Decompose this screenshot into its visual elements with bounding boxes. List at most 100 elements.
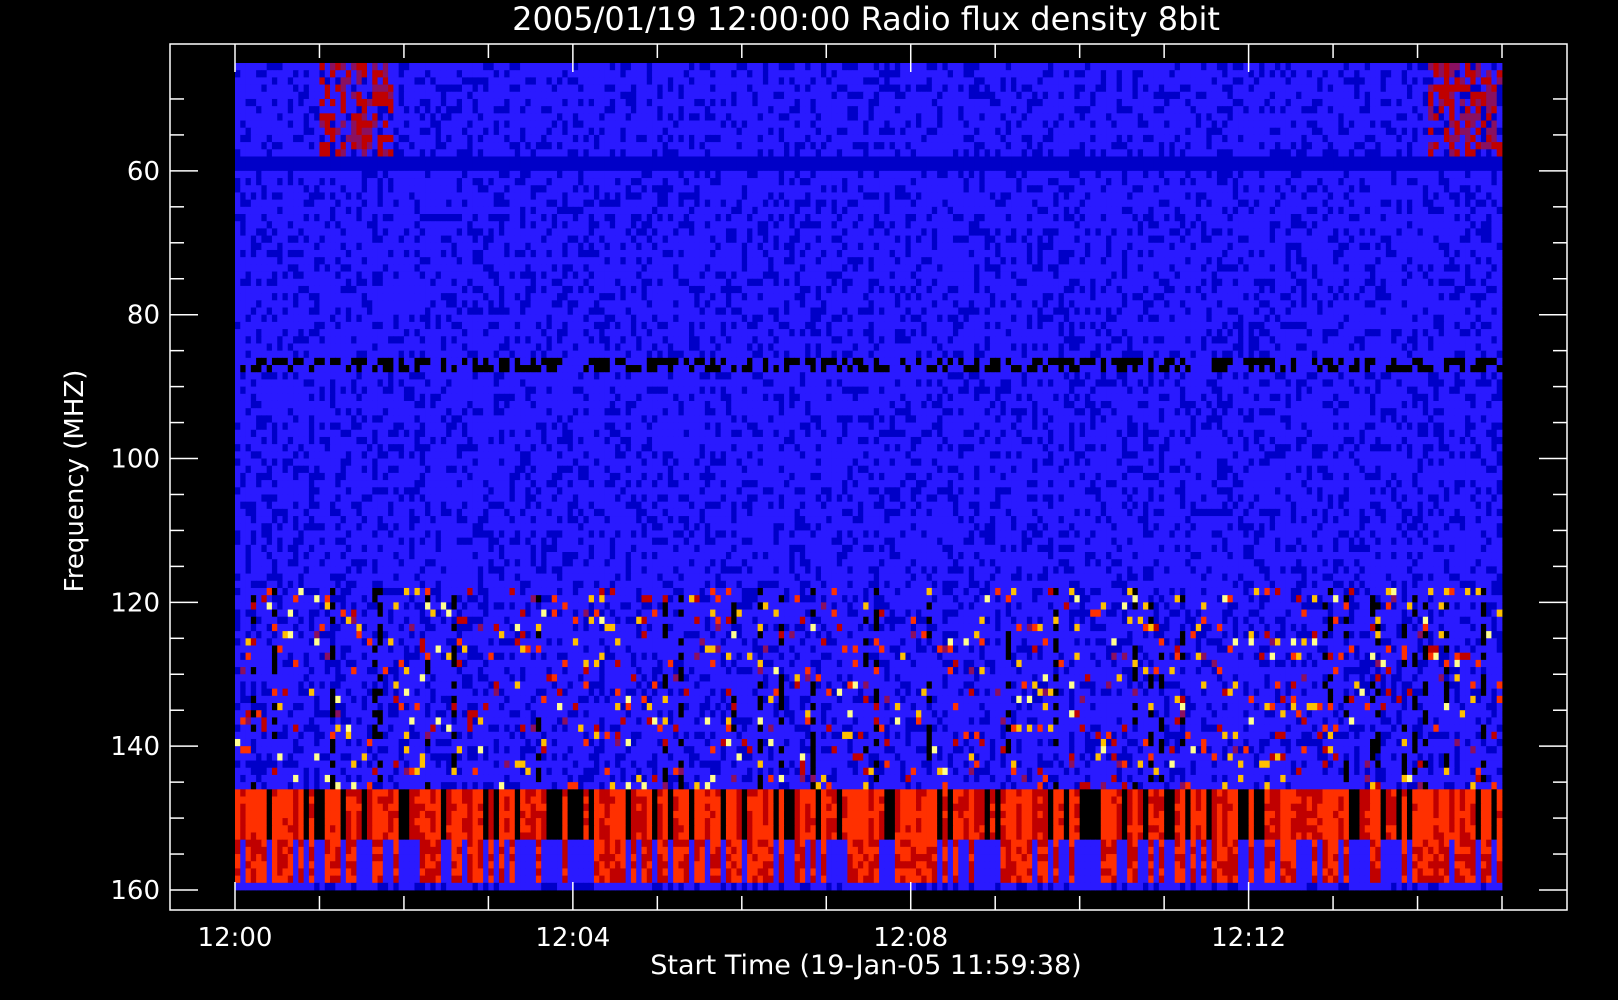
heatmap-cell: [668, 128, 674, 136]
heatmap-cell: [1127, 99, 1133, 107]
heatmap-cell: [1185, 164, 1191, 172]
heatmap-cell: [911, 92, 917, 100]
heatmap-cell: [420, 135, 426, 143]
heatmap-cell: [1412, 106, 1418, 114]
heatmap-cell: [779, 77, 785, 85]
heatmap-cell: [1059, 135, 1065, 143]
heatmap-cell: [488, 70, 494, 78]
heatmap-cell: [1460, 192, 1466, 200]
heatmap-cell: [1449, 164, 1455, 172]
heatmap-cell: [1460, 164, 1466, 172]
heatmap-cell: [383, 70, 389, 78]
heatmap-cell: [1117, 135, 1123, 143]
heatmap-cell: [958, 142, 964, 150]
heatmap-cell: [1296, 77, 1302, 85]
heatmap-cell: [267, 171, 273, 179]
heatmap-cell: [1212, 77, 1218, 85]
heatmap-cell: [531, 178, 537, 186]
heatmap-cell: [884, 106, 890, 114]
heatmap-cell: [1053, 142, 1059, 150]
heatmap-cell: [288, 200, 294, 208]
heatmap-cell: [1307, 121, 1313, 129]
heatmap-cell: [277, 185, 283, 193]
heatmap-cell: [1254, 113, 1260, 121]
heatmap-cell: [451, 171, 457, 179]
heatmap-cell: [1180, 164, 1186, 172]
heatmap-cell: [647, 185, 653, 193]
heatmap-cell: [346, 135, 352, 143]
heatmap-cell: [367, 156, 373, 164]
heatmap-cell: [1454, 185, 1460, 193]
heatmap-cell: [441, 149, 447, 157]
heatmap-cell: [504, 178, 510, 186]
heatmap-cell: [409, 135, 415, 143]
heatmap-cell: [900, 185, 906, 193]
heatmap-cell: [1428, 92, 1434, 100]
heatmap-cell: [636, 92, 642, 100]
heatmap-cell: [346, 149, 352, 157]
heatmap-cell: [1080, 106, 1086, 114]
heatmap-cell: [1497, 99, 1503, 107]
heatmap-cell: [879, 99, 885, 107]
heatmap-cell: [742, 128, 748, 136]
heatmap-cell: [552, 185, 558, 193]
heatmap-cell: [1433, 128, 1439, 136]
heatmap-cell: [515, 200, 521, 208]
heatmap-cell: [1191, 99, 1197, 107]
heatmap-cell: [594, 156, 600, 164]
heatmap-cell: [673, 85, 679, 93]
heatmap-cell: [525, 149, 531, 157]
heatmap-cell: [800, 149, 806, 157]
heatmap-cell: [1365, 164, 1371, 172]
heatmap-cell: [636, 156, 642, 164]
heatmap-cell: [1217, 149, 1223, 157]
heatmap-cell: [742, 113, 748, 121]
heatmap-cell: [969, 121, 975, 129]
heatmap-cell: [1090, 63, 1096, 71]
heatmap-cell: [684, 185, 690, 193]
heatmap-cell: [942, 63, 948, 71]
heatmap-cell: [1053, 77, 1059, 85]
heatmap-cell: [1323, 70, 1329, 78]
heatmap-cell: [1227, 185, 1233, 193]
heatmap-cell: [1312, 121, 1318, 129]
heatmap-cell: [731, 106, 737, 114]
heatmap-cell: [414, 106, 420, 114]
heatmap-cell: [958, 135, 964, 143]
heatmap-cell: [1143, 207, 1149, 215]
heatmap-cell: [520, 128, 526, 136]
heatmap-cell: [1333, 178, 1339, 186]
heatmap-cell: [309, 99, 315, 107]
heatmap-cell: [642, 128, 648, 136]
heatmap-cell: [430, 77, 436, 85]
heatmap-cell: [605, 128, 611, 136]
heatmap-cell: [969, 99, 975, 107]
heatmap-cell: [319, 192, 325, 200]
heatmap-cell: [1074, 128, 1080, 136]
heatmap-cell: [1169, 185, 1175, 193]
heatmap-cell: [1096, 164, 1102, 172]
heatmap-cell: [372, 128, 378, 136]
heatmap-cell: [1481, 200, 1487, 208]
heatmap-cell: [1423, 63, 1429, 71]
heatmap-cell: [383, 156, 389, 164]
heatmap-cell: [927, 135, 933, 143]
heatmap-cell: [884, 207, 890, 215]
heatmap-cell: [900, 121, 906, 129]
heatmap-cell: [1418, 99, 1424, 107]
heatmap-cell: [272, 99, 278, 107]
heatmap-cell: [367, 192, 373, 200]
heatmap-cell: [1465, 135, 1471, 143]
heatmap-cell: [414, 128, 420, 136]
heatmap-cell: [568, 135, 574, 143]
heatmap-cell: [1016, 77, 1022, 85]
heatmap-cell: [1006, 63, 1012, 71]
heatmap-cell: [488, 178, 494, 186]
heatmap-cell: [1391, 77, 1397, 85]
heatmap-cell: [731, 207, 737, 215]
heatmap-cell: [863, 63, 869, 71]
heatmap-cell: [1074, 192, 1080, 200]
heatmap-cell: [1206, 185, 1212, 193]
heatmap-cell: [404, 178, 410, 186]
heatmap-cell: [842, 142, 848, 150]
